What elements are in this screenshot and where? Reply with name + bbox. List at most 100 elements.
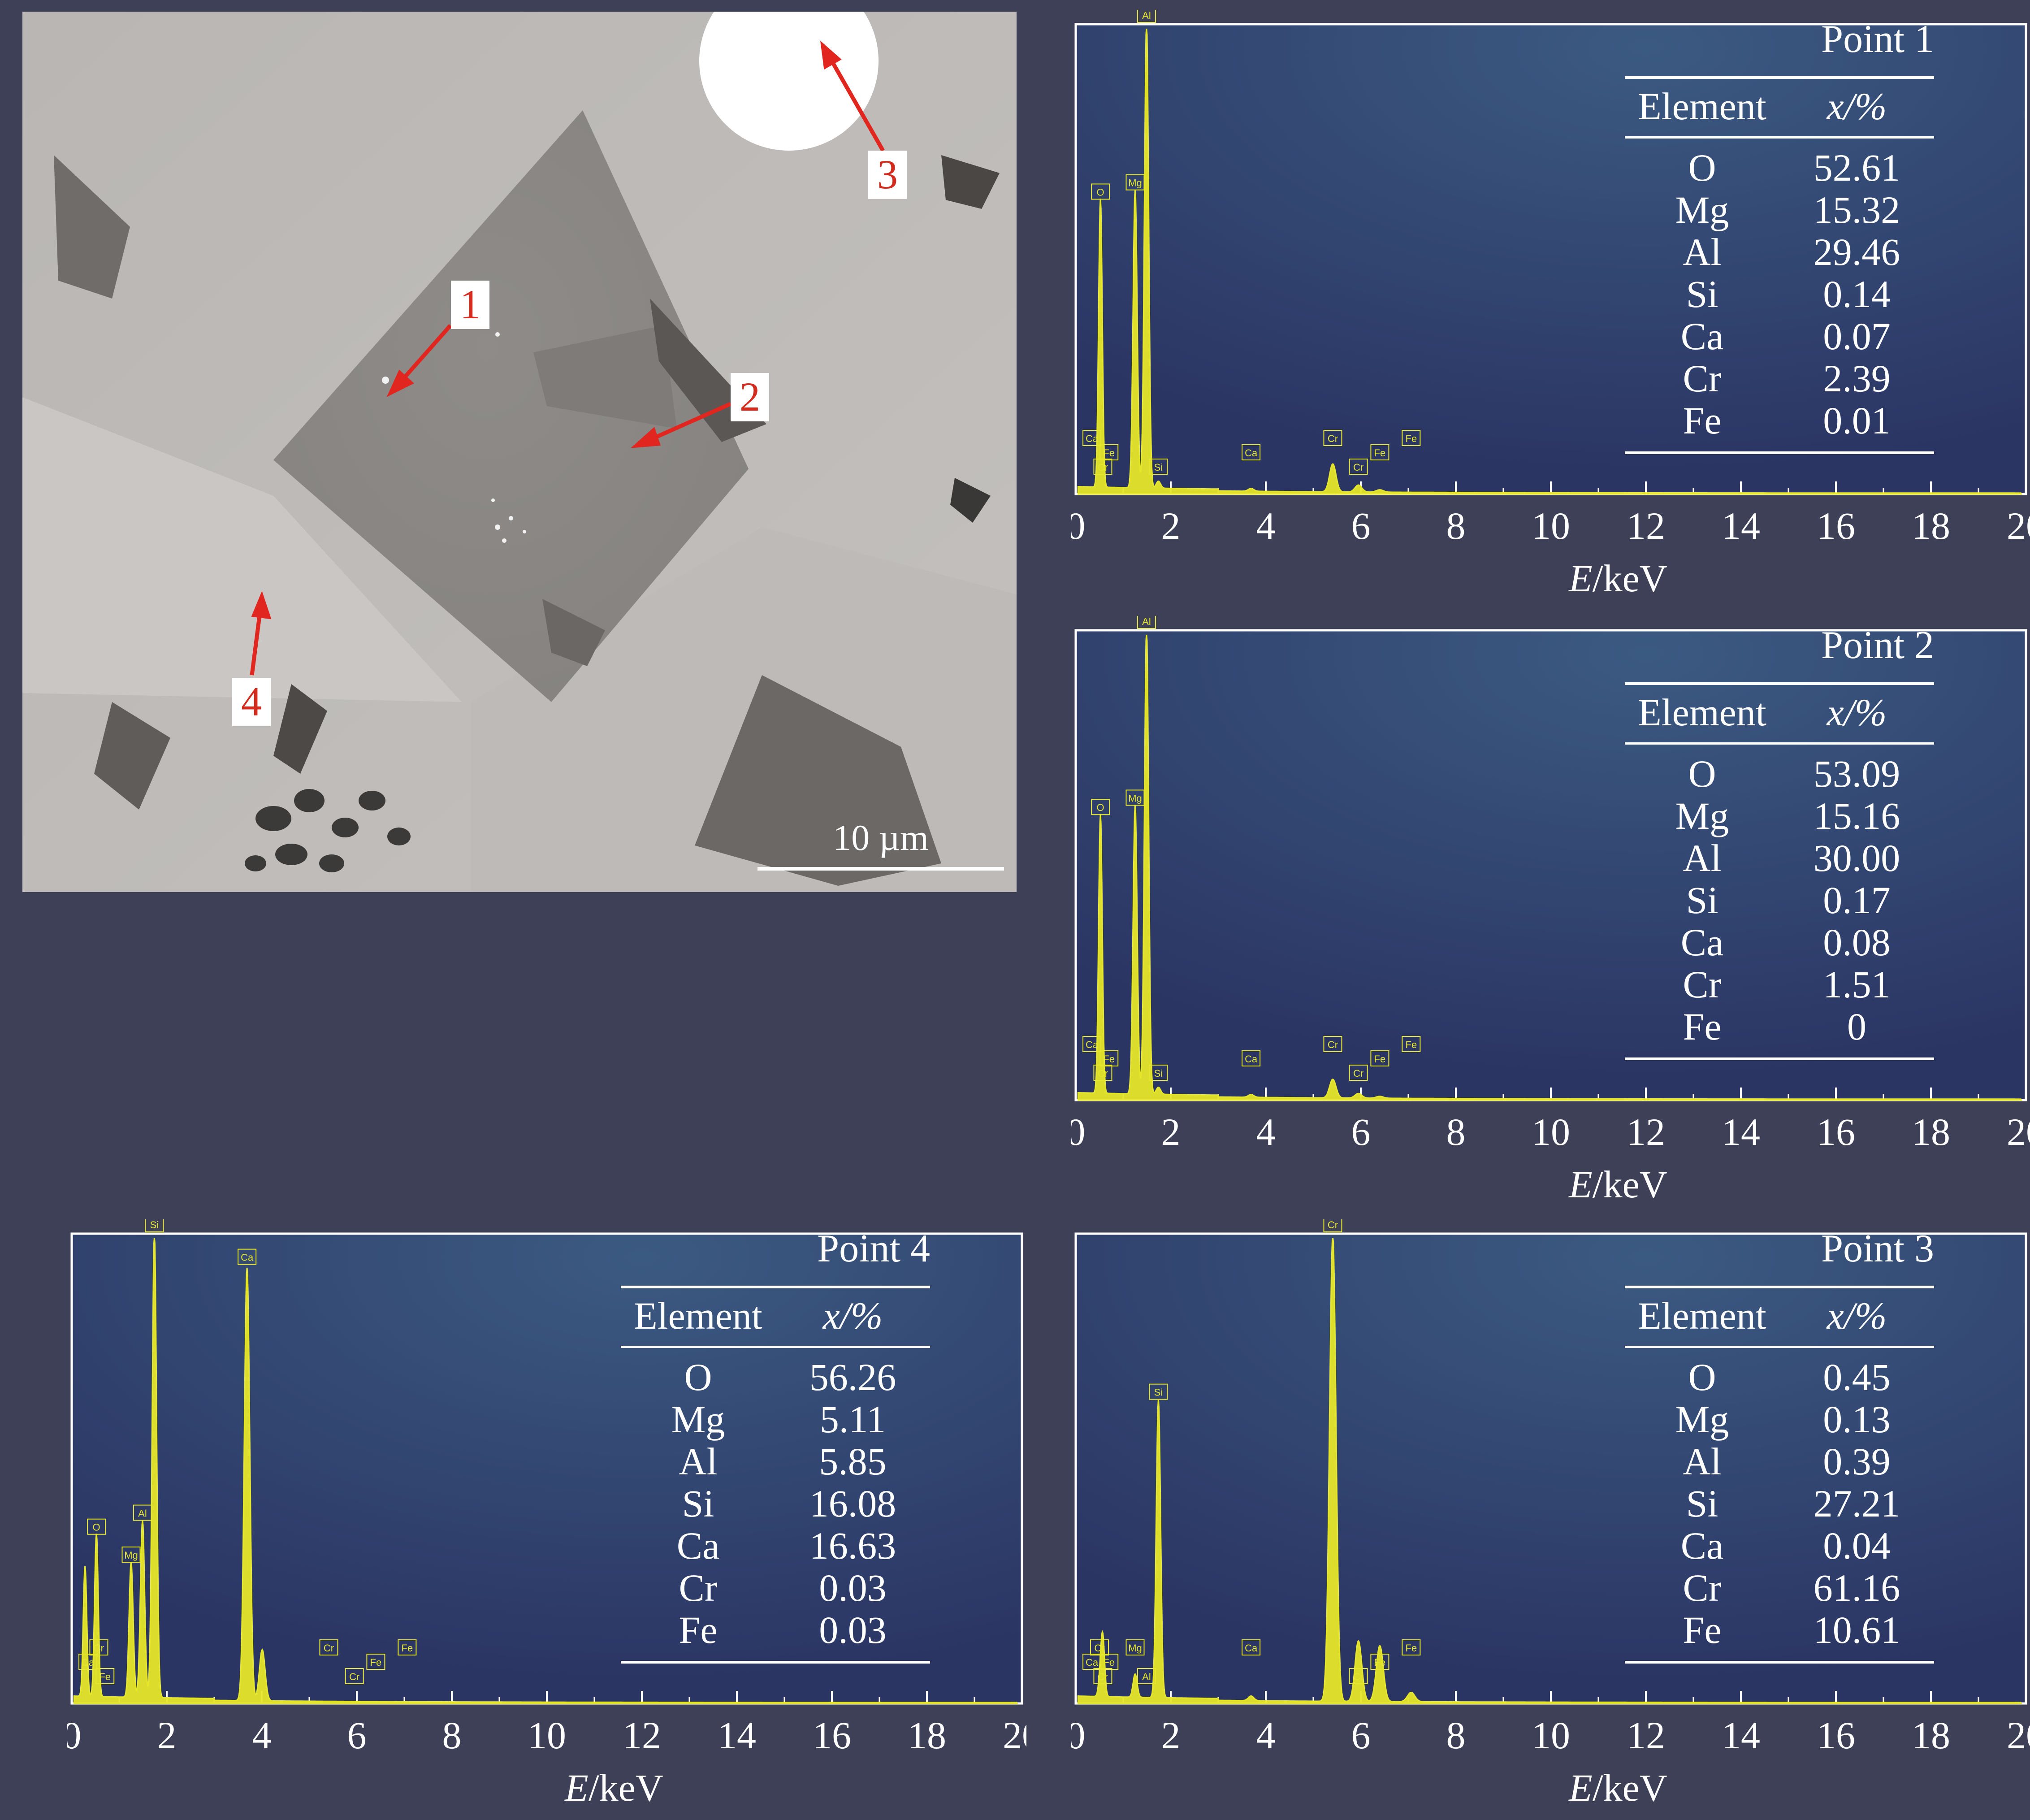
peak-tag-label: Cr xyxy=(1353,1671,1363,1682)
peak-tag: Ca xyxy=(1083,430,1101,446)
x-tick-label: 6 xyxy=(1351,1714,1371,1757)
x-tick-label: 16 xyxy=(1817,1714,1855,1757)
element-cell: Fe xyxy=(1625,1005,1779,1059)
element-cell: Ca xyxy=(1625,315,1779,357)
element-cell: Si xyxy=(1625,1482,1779,1525)
x-tick-label: 10 xyxy=(1532,504,1570,547)
table-header-fraction: x/% xyxy=(1779,684,1934,744)
peak-tag: Si xyxy=(145,1219,163,1232)
peak-tag: Ca xyxy=(1083,1036,1101,1052)
value-cell: 0.39 xyxy=(1779,1440,1934,1482)
x-tick-label: 12 xyxy=(623,1714,661,1757)
peak-tag-label: O xyxy=(93,1522,100,1533)
table-row: Si0.14 xyxy=(1625,273,1934,315)
x-tick-label: 6 xyxy=(1351,1110,1371,1153)
value-cell: 16.08 xyxy=(775,1482,930,1525)
table-row: Al30.00 xyxy=(1625,837,1934,879)
element-cell: Mg xyxy=(621,1398,775,1440)
x-axis-label: E/keV xyxy=(1551,1165,1685,1204)
peak-tag: Ca xyxy=(79,1654,97,1669)
peak-tag-label: Si xyxy=(1154,1387,1163,1398)
table-row: Mg15.32 xyxy=(1625,189,1934,231)
value-cell: 2.39 xyxy=(1779,357,1934,399)
element-cell: Si xyxy=(1625,273,1779,315)
table-row: Al5.85 xyxy=(621,1440,930,1482)
peak-tag-label: Mg xyxy=(1128,1642,1142,1654)
x-tick-label: 16 xyxy=(1817,504,1855,547)
peak-tag-label: Fe xyxy=(1103,1657,1115,1668)
peak-tag-label: Ca xyxy=(1086,433,1099,444)
x-tick-label: 10 xyxy=(1532,1714,1570,1757)
peak-tag-label: Al xyxy=(138,1508,147,1519)
value-cell: 0.08 xyxy=(1779,921,1934,963)
label-point-2: 2 xyxy=(740,374,760,420)
table-row: O56.26 xyxy=(621,1347,930,1399)
peak-tag-label: Cr xyxy=(1094,1642,1104,1654)
table-row: Mg0.13 xyxy=(1625,1398,1934,1440)
peak-tag: Mg xyxy=(1126,1640,1144,1655)
peak-tag-label: Fe xyxy=(1103,447,1115,459)
x-tick-label: 8 xyxy=(1446,1110,1466,1153)
table-row: Cr1.51 xyxy=(1625,963,1934,1005)
table-row: Mg15.16 xyxy=(1625,795,1934,837)
peak-tag-label: Cr xyxy=(94,1642,104,1654)
value-cell: 52.61 xyxy=(1779,138,1934,189)
table-header-element: Element xyxy=(1625,78,1779,138)
panel-title: Point 4 xyxy=(621,1229,930,1269)
table-row: O0.45 xyxy=(1625,1347,1934,1399)
value-cell: 0.07 xyxy=(1779,315,1934,357)
peak-tag-label: Ca xyxy=(1245,1642,1258,1654)
value-cell: 10.61 xyxy=(1779,1609,1934,1662)
x-tick-label: 14 xyxy=(1722,1110,1760,1153)
x-axis-label: E/keV xyxy=(1551,559,1685,598)
peak-tag-label: Fe xyxy=(1406,1642,1417,1654)
x-tick-label: 6 xyxy=(347,1714,367,1757)
element-cell: Ca xyxy=(621,1525,775,1567)
x-tick-label: 4 xyxy=(1256,1714,1276,1757)
x-tick-label: 8 xyxy=(1446,504,1466,547)
table-row: Al29.46 xyxy=(1625,231,1934,273)
table-row: Ca0.04 xyxy=(1625,1525,1934,1567)
eds-panel-point-3: 02468101214161820CrSiCrCrFeMgAlCaCaCrFeF… xyxy=(1071,1219,2030,1820)
value-cell: 5.11 xyxy=(775,1398,930,1440)
element-cell: Cr xyxy=(1625,963,1779,1005)
x-tick-label: 12 xyxy=(1627,504,1665,547)
peak-tag-label: Cr xyxy=(1328,433,1338,444)
peak-tag-label: Mg xyxy=(1128,178,1142,189)
element-cell: Cr xyxy=(621,1567,775,1609)
x-tick-label: 20 xyxy=(2007,1110,2030,1153)
peak-tag-label: Al xyxy=(1142,10,1151,21)
value-cell: 30.00 xyxy=(1779,837,1934,879)
value-cell: 15.32 xyxy=(1779,189,1934,231)
table-header-fraction: x/% xyxy=(1779,1287,1934,1347)
table-row: Fe0 xyxy=(1625,1005,1934,1059)
x-tick-label: 2 xyxy=(1161,1110,1181,1153)
peak-tag-label: O xyxy=(1097,802,1104,813)
table-header-fraction: x/% xyxy=(1779,78,1934,138)
peak-tag: Mg xyxy=(1126,790,1144,805)
table-row: Si27.21 xyxy=(1625,1482,1934,1525)
value-cell: 0.01 xyxy=(1779,399,1934,453)
panel-title: Point 2 xyxy=(1625,626,1934,665)
element-cell: Mg xyxy=(1625,189,1779,231)
x-tick-label: 14 xyxy=(718,1714,756,1757)
x-tick-label: 20 xyxy=(1003,1714,1026,1757)
element-cell: Al xyxy=(1625,837,1779,879)
x-tick-label: 14 xyxy=(1722,1714,1760,1757)
composition-table: Element x/% O52.61 Mg15.32 Al29.46 Si0.1… xyxy=(1625,76,1934,454)
peak-tag-label: Al xyxy=(1142,616,1151,627)
x-tick-label: 0 xyxy=(1071,504,1086,547)
x-tick-label: 18 xyxy=(908,1714,946,1757)
peak-tag-label: Fe xyxy=(1374,1053,1386,1065)
element-cell: Al xyxy=(1625,231,1779,273)
peak-tag-label: Fe xyxy=(1103,1053,1115,1065)
table-row: Ca0.07 xyxy=(1625,315,1934,357)
x-tick-label: 4 xyxy=(1256,504,1276,547)
value-cell: 29.46 xyxy=(1779,231,1934,273)
peak-tag-label: Cr xyxy=(349,1671,359,1682)
peak-tag-label: Cr xyxy=(324,1642,334,1654)
table-row: Ca0.08 xyxy=(1625,921,1934,963)
x-axis-label: E/keV xyxy=(547,1768,681,1807)
peak-tag: Ca xyxy=(1242,1051,1260,1066)
x-tick-label: 2 xyxy=(1161,1714,1181,1757)
